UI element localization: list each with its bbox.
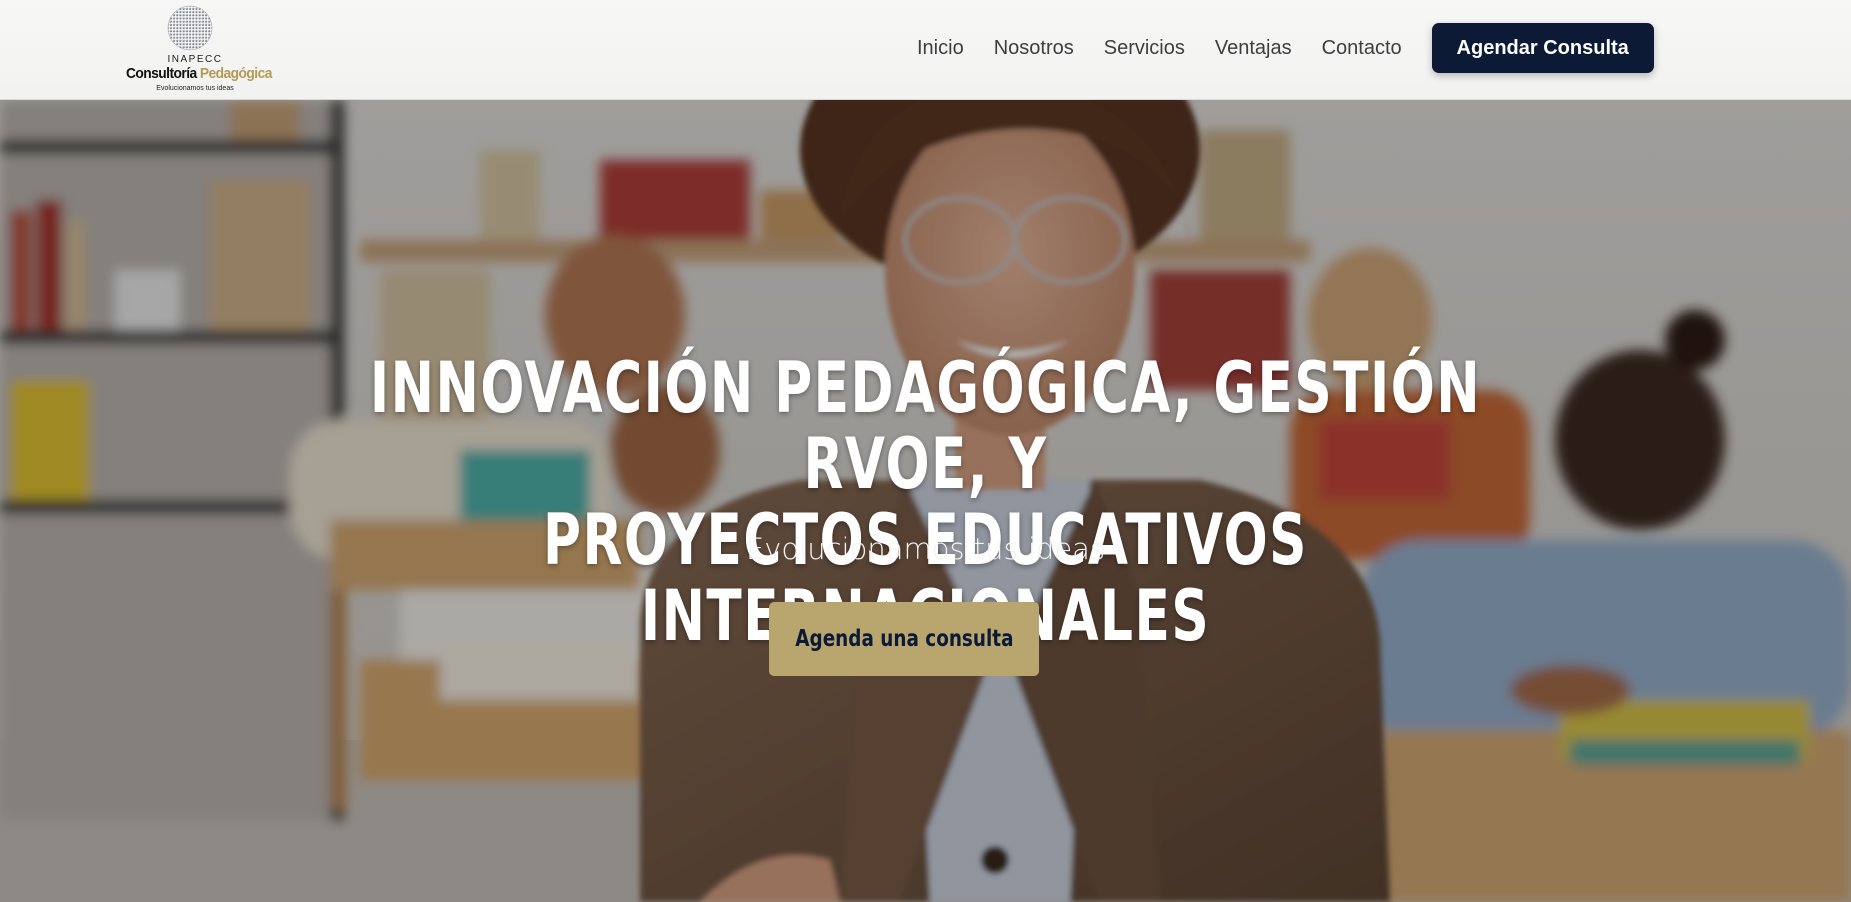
hero-subtitle: Evolucionamos tus ideas <box>745 532 1106 566</box>
logo-name: Consultoría Pedagógica <box>126 65 272 82</box>
logo-name-part2: Pedagógica <box>199 65 273 82</box>
nav-link-ventajas[interactable]: Ventajas <box>1215 37 1292 60</box>
nav-link-nosotros[interactable]: Nosotros <box>994 37 1074 60</box>
nav-link-servicios[interactable]: Servicios <box>1104 37 1185 60</box>
site-logo[interactable]: INAPECC Consultoría Pedagógica Evolucion… <box>120 4 272 96</box>
landing-page: INAPECC Consultoría Pedagógica Evolucion… <box>0 0 1851 902</box>
agenda-consulta-button[interactable]: Agenda una consulta <box>769 602 1039 676</box>
nav-link-inicio[interactable]: Inicio <box>917 37 964 60</box>
site-header: INAPECC Consultoría Pedagógica Evolucion… <box>0 0 1851 100</box>
main-nav: Inicio Nosotros Servicios Ventajas Conta… <box>917 0 1654 96</box>
logo-tagline: Evolucionamos tus ideas <box>156 85 234 92</box>
logo-abbreviation: INAPECC <box>167 54 223 65</box>
logo-name-part1: Consultoría <box>126 65 197 82</box>
hero-title-line1: INNOVACIÓN PEDAGÓGICA, GESTIÓN RVOE, Y <box>369 347 1482 505</box>
nav-link-contacto[interactable]: Contacto <box>1322 37 1402 60</box>
agendar-consulta-button[interactable]: Agendar Consulta <box>1431 23 1654 73</box>
hero-section: INNOVACIÓN PEDAGÓGICA, GESTIÓN RVOE, Y P… <box>0 100 1851 902</box>
agenda-consulta-label: Agenda una consulta <box>794 626 1014 652</box>
globe-dots-icon <box>167 5 213 51</box>
